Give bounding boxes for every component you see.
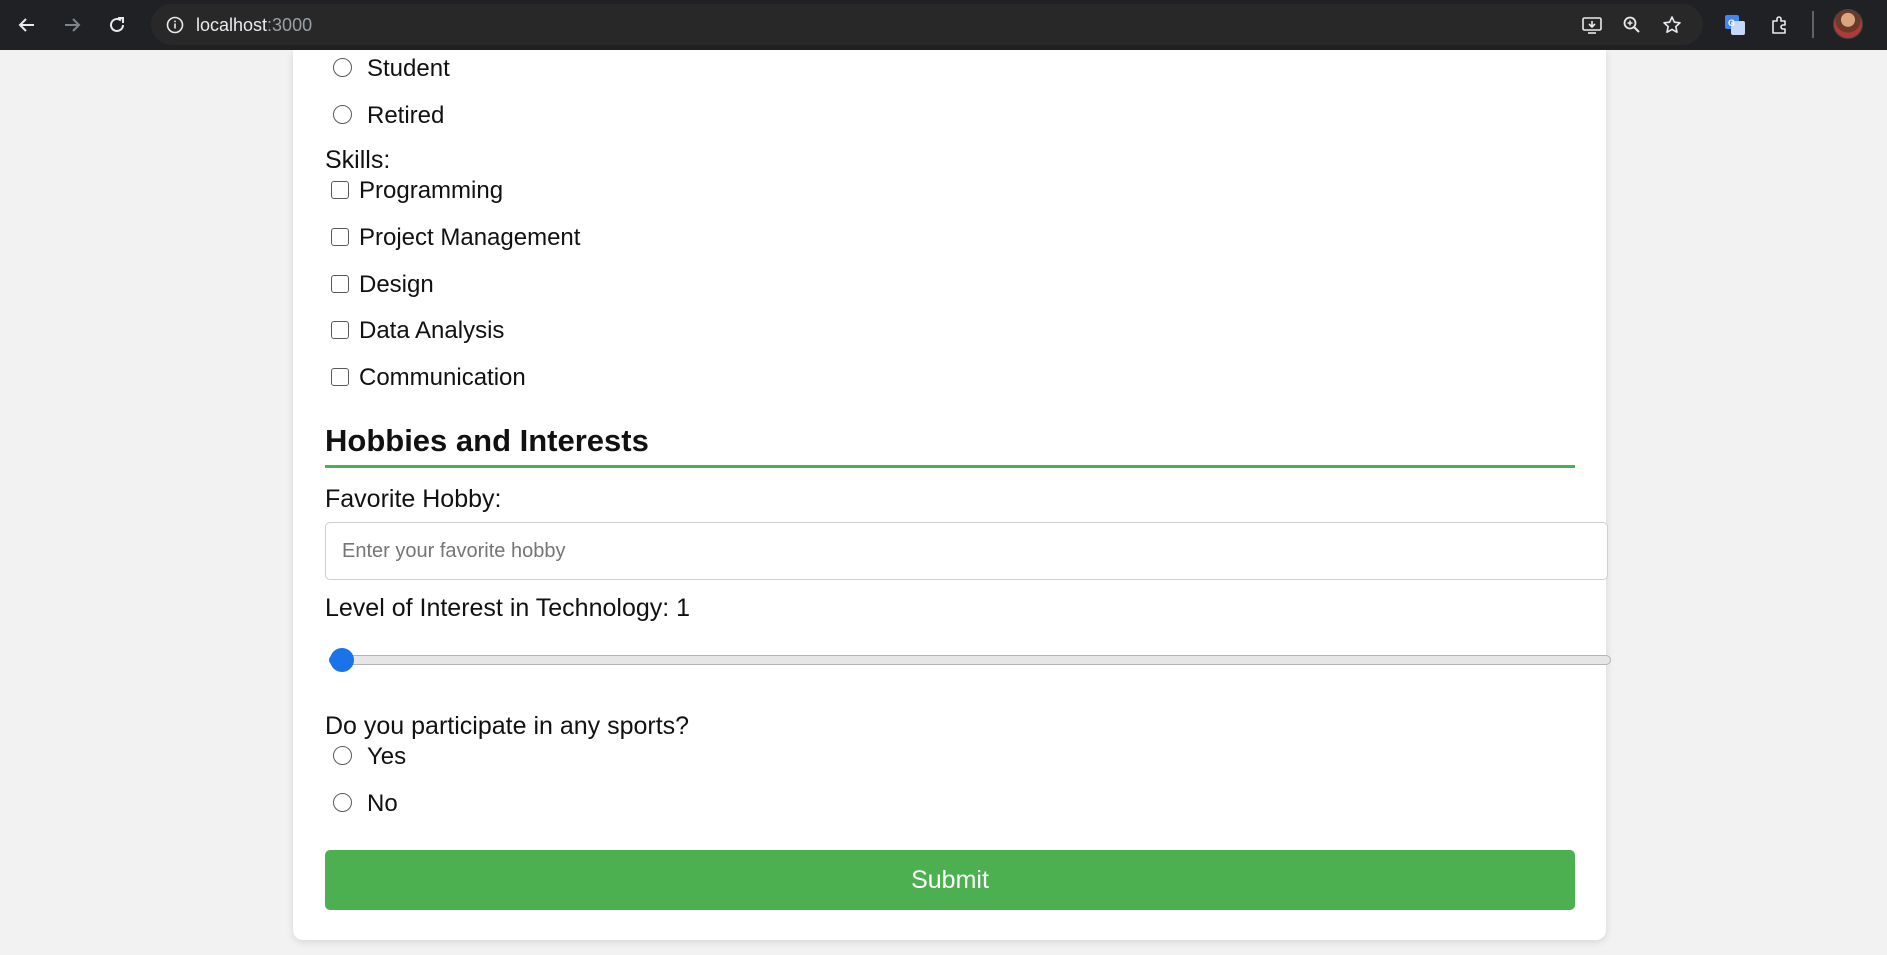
skill-checkbox-project-management[interactable] [331,228,349,246]
skill-label-communication: Communication [359,364,526,391]
address-url[interactable]: localhost:3000 [196,10,312,40]
back-button[interactable] [8,6,46,44]
skill-label-project-management: Project Management [359,224,581,251]
sports-label-yes: Yes [367,743,407,770]
bookmark-star-icon[interactable] [1653,6,1691,44]
interest-level-label: Level of Interest in Technology: 1 [325,594,691,622]
interest-slider-thumb[interactable] [330,648,354,672]
favorite-hobby-input[interactable] [325,522,1608,580]
sports-radio-no[interactable] [333,793,352,812]
skill-checkbox-design[interactable] [331,275,349,293]
sports-label-no: No [367,790,398,817]
reload-icon [110,17,124,32]
occupation-label-retired: Retired [367,102,445,129]
toolbar-separator [1812,11,1814,38]
occupation-radio-student[interactable] [333,58,352,77]
skill-label-data-analysis: Data Analysis [359,317,505,344]
skill-checkbox-programming[interactable] [331,181,349,199]
favorite-hobby-label: Favorite Hobby: [325,485,502,513]
section-divider [325,465,1575,468]
address-bar[interactable] [151,4,1703,45]
reload-button[interactable] [98,6,136,44]
arrow-right-icon [65,18,81,32]
interest-slider-track[interactable] [329,655,1611,665]
skill-checkbox-data-analysis[interactable] [331,321,349,339]
skills-label: Skills: [325,146,391,174]
hobbies-section-title: Hobbies and Interests [325,423,649,458]
sports-question-label: Do you participate in any sports? [325,712,690,740]
forward-button[interactable] [53,6,91,44]
sports-radio-yes[interactable] [333,746,352,765]
profile-avatar[interactable] [1833,9,1863,39]
browser-toolbar: localhost:3000 G [0,0,1887,50]
svg-text:G: G [1728,18,1735,28]
url-host: localhost [196,15,268,35]
skill-label-design: Design [359,271,434,298]
skill-checkbox-communication[interactable] [331,368,349,386]
site-info-icon[interactable] [160,10,190,40]
extensions-puzzle-icon[interactable] [1761,6,1799,44]
install-app-icon[interactable] [1573,6,1611,44]
submit-button[interactable]: Submit [325,850,1575,910]
skill-label-programming: Programming [359,177,504,204]
translate-extension-icon[interactable]: G [1716,6,1754,44]
occupation-label-student: Student [367,55,450,82]
url-port: :3000 [267,15,313,35]
occupation-radio-retired[interactable] [333,105,352,124]
arrow-left-icon [18,18,34,32]
zoom-icon[interactable] [1613,6,1651,44]
